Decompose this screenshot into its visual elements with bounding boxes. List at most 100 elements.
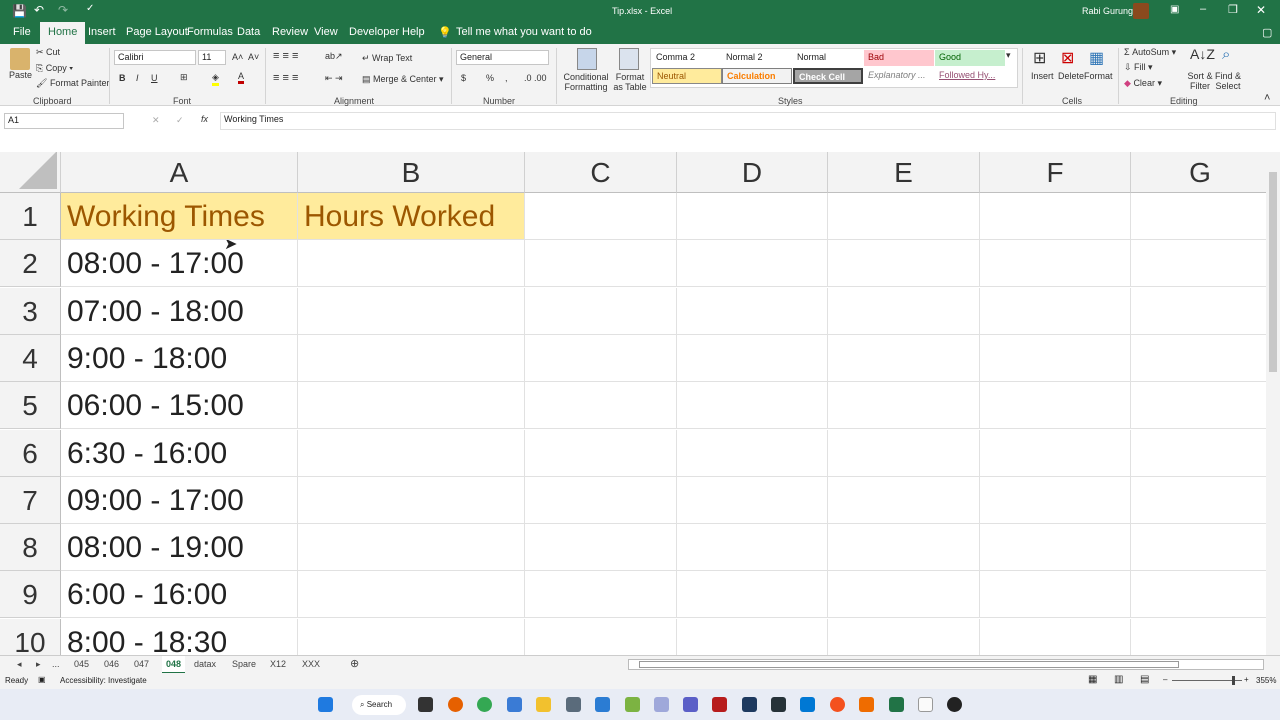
horizontal-scrollbar[interactable]	[628, 659, 1264, 670]
style-check-cell[interactable]: Check Cell	[793, 68, 863, 84]
row-header[interactable]: 4	[0, 334, 61, 382]
cell-g7[interactable]	[1131, 477, 1266, 524]
cell-g5[interactable]	[1131, 382, 1266, 430]
cell-f1[interactable]	[980, 193, 1131, 240]
row-header[interactable]: 9	[0, 571, 61, 619]
file-icon[interactable]	[918, 697, 933, 712]
page-break-view-icon[interactable]: ▤	[1140, 674, 1149, 685]
style-normal[interactable]: Normal	[793, 50, 863, 66]
cell-e9[interactable]	[828, 571, 980, 619]
cell-e2[interactable]	[828, 240, 980, 288]
conditional-formatting-button[interactable]: Conditional Formatting	[562, 72, 610, 92]
wrap-text-button[interactable]: ↵ Wrap Text	[362, 53, 412, 64]
row-header[interactable]: 6	[0, 429, 61, 477]
sheet-tab-047[interactable]: 047	[134, 659, 149, 669]
cell-g8[interactable]	[1131, 524, 1266, 572]
tab-file[interactable]: File	[13, 26, 31, 38]
underline-button[interactable]: U	[151, 73, 158, 83]
cancel-icon[interactable]: ✕	[152, 115, 160, 126]
sort-filter-button[interactable]: Sort & Filter	[1185, 71, 1215, 91]
number-format-dropdown[interactable]: General	[456, 50, 549, 65]
cell-f5[interactable]	[980, 382, 1131, 430]
cell-g6[interactable]	[1131, 430, 1266, 477]
column-header-f[interactable]: F	[980, 152, 1131, 193]
column-header-a[interactable]: A	[61, 152, 298, 193]
format-as-table-button[interactable]: Format as Table	[610, 72, 650, 92]
cell-e5[interactable]	[828, 382, 980, 430]
zoom-out-icon[interactable]: –	[1163, 675, 1167, 684]
restore-icon[interactable]: ❐	[1228, 3, 1238, 16]
cell-a4[interactable]: 9:00 - 18:00	[61, 334, 298, 382]
cell-c2[interactable]	[525, 240, 677, 288]
task-view-icon[interactable]	[418, 697, 433, 712]
font-size-dropdown[interactable]: 11	[198, 50, 226, 65]
cell-f10[interactable]	[980, 618, 1131, 655]
format-painter-button[interactable]: 🖌 Format Painter	[36, 78, 109, 89]
percent-button[interactable]: %	[486, 73, 494, 83]
cell-a9[interactable]: 6:00 - 16:00	[61, 571, 298, 619]
italic-button[interactable]: I	[136, 73, 139, 83]
cell-d7[interactable]	[677, 476, 828, 524]
tab-review[interactable]: Review	[272, 26, 308, 38]
formula-input[interactable]: Working Times	[220, 112, 1276, 130]
firefox-icon[interactable]	[448, 697, 463, 712]
tab-help[interactable]: Help	[402, 26, 425, 38]
app-icon-5[interactable]	[859, 697, 874, 712]
macro-record-icon[interactable]: ▣	[38, 675, 46, 684]
align-left-icon[interactable]: ≡ ≡ ≡	[273, 72, 298, 84]
decimal-icon[interactable]: .0 .00	[524, 73, 547, 83]
cell-b2[interactable]	[298, 240, 525, 288]
avatar[interactable]	[1133, 3, 1149, 19]
decrease-font-icon[interactable]: A˅	[248, 52, 259, 62]
more-sheets-button[interactable]: ...	[52, 659, 60, 669]
column-header-c[interactable]: C	[525, 152, 677, 193]
spelling-icon[interactable]: ✓	[86, 3, 94, 14]
row-header[interactable]: 1	[0, 193, 61, 240]
cell-d2[interactable]	[677, 240, 828, 288]
cell-d1[interactable]	[677, 193, 828, 240]
clear-button[interactable]: ◆ Clear ▾	[1124, 78, 1162, 89]
font-color-icon[interactable]: A	[238, 71, 245, 84]
sheet-tab-045[interactable]: 045	[74, 659, 89, 669]
cell-b10[interactable]	[298, 618, 525, 655]
cell-g4[interactable]	[1131, 335, 1266, 382]
cell-f9[interactable]	[980, 571, 1131, 619]
style-neutral[interactable]: Neutral	[652, 68, 722, 84]
cell-e4[interactable]	[828, 334, 980, 382]
style-followed-hyperlink[interactable]: Followed Hy...	[935, 68, 1005, 84]
format-cells-button[interactable]: Format	[1084, 71, 1113, 81]
cell-d8[interactable]	[677, 524, 828, 572]
cell-a1[interactable]: Working Times	[61, 193, 298, 240]
gallery-more-icon[interactable]: ▾	[1006, 50, 1011, 61]
cell-a8[interactable]: 08:00 - 19:00	[61, 524, 298, 572]
cell-e7[interactable]	[828, 476, 980, 524]
tab-data[interactable]: Data	[237, 26, 260, 38]
paste-icon[interactable]	[10, 48, 30, 70]
minimize-icon[interactable]: –	[1200, 3, 1206, 15]
cell-d9[interactable]	[677, 571, 828, 619]
cell-e3[interactable]	[828, 287, 980, 335]
cell-d3[interactable]	[677, 287, 828, 335]
row-header[interactable]: 7	[0, 476, 61, 524]
cell-c4[interactable]	[525, 334, 677, 382]
zoom-level[interactable]: 355%	[1256, 676, 1276, 685]
page-layout-view-icon[interactable]: ▥	[1114, 674, 1123, 685]
cell-f4[interactable]	[980, 334, 1131, 382]
cell-a3[interactable]: 07:00 - 18:00	[61, 287, 298, 335]
notepad-icon[interactable]	[625, 697, 640, 712]
style-normal-2[interactable]: Normal 2	[722, 50, 792, 66]
zoom-in-icon[interactable]: +	[1244, 675, 1249, 684]
sheet-tab-XXX[interactable]: XXX	[302, 659, 320, 669]
paste-button[interactable]: Paste	[9, 70, 32, 80]
cell-a6[interactable]: 6:30 - 16:00	[61, 429, 298, 477]
zoom-slider[interactable]	[1172, 676, 1242, 685]
filezilla-icon[interactable]	[712, 697, 727, 712]
cell-a2[interactable]: 08:00 - 17:00	[61, 240, 298, 288]
app-icon-4[interactable]	[830, 697, 845, 712]
new-sheet-icon[interactable]: ⊕	[350, 657, 359, 670]
close-icon[interactable]: ✕	[1256, 3, 1266, 17]
cell-g9[interactable]	[1131, 571, 1266, 619]
vs-icon[interactable]	[595, 697, 610, 712]
obs-icon[interactable]	[947, 697, 962, 712]
bold-button[interactable]: B	[119, 73, 126, 83]
